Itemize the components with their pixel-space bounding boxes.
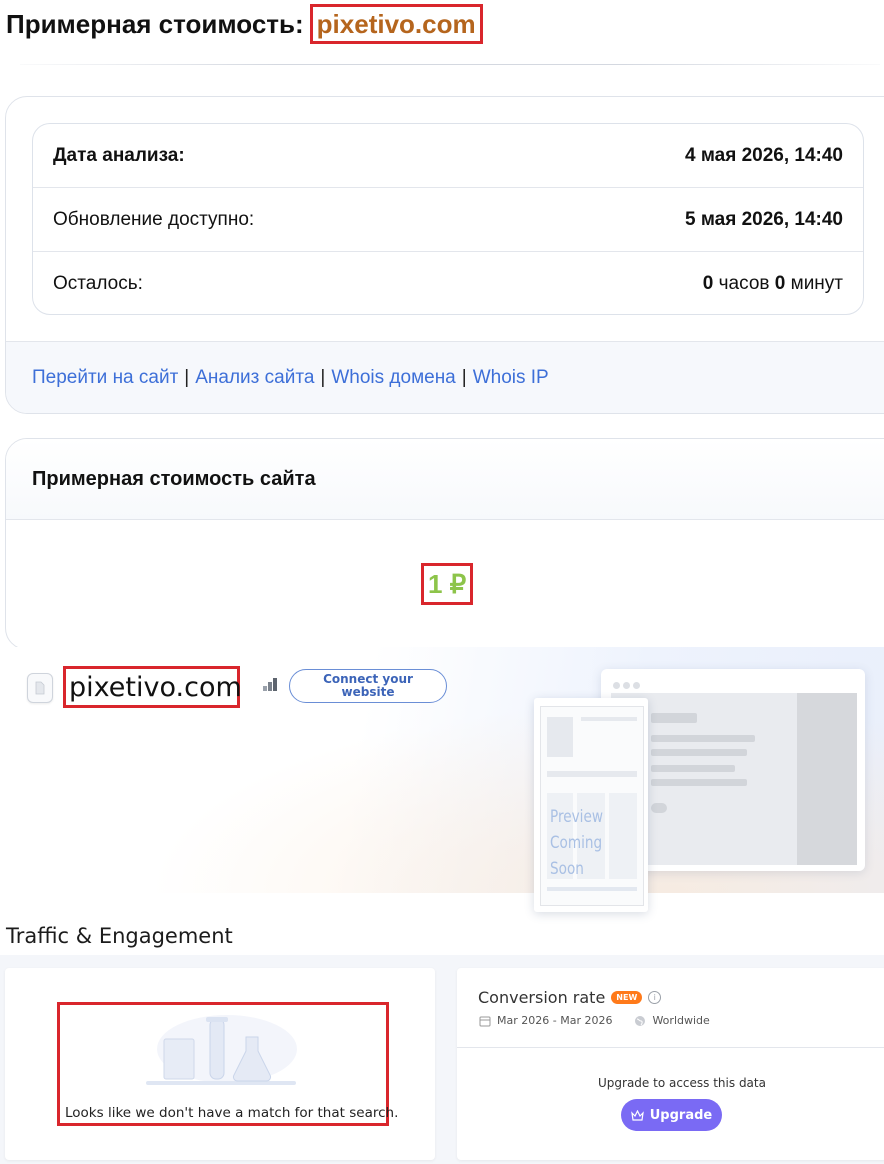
no-match-panel: Looks like we don't have a match for tha… [57,1002,398,1126]
site-price: 1 ₽ [421,563,474,605]
update-available-value: 5 мая 2026, 14:40 [684,208,843,230]
link-separator: | [184,367,190,388]
link-separator: | [461,367,467,388]
remaining-minutes-unit: минут [790,272,843,294]
conversion-title-text: Conversion rate [478,988,606,1007]
link-go-to-site[interactable]: Перейти на сайт [32,367,178,389]
value-card: Примерная стоимость сайта 1 ₽ [5,438,884,650]
page-title-prefix: Примерная стоимость: [6,8,304,39]
analysis-date-label: Дата анализа: [53,144,185,166]
row-analysis-date: Дата анализа: 4 мая 2026, 14:40 [33,124,863,188]
mobile-mockup: Preview Coming Soon [534,698,648,912]
crown-icon [630,1109,644,1121]
header-divider [20,64,880,65]
analysis-table: Дата анализа: 4 мая 2026, 14:40 Обновлен… [32,123,864,315]
preview-line-2: Coming Soon [550,833,603,879]
connect-line-1: Connect your [323,672,413,686]
connect-website-button[interactable]: Connect your website [289,669,447,703]
row-remaining: Осталось: 0 часов 0 минут [33,252,863,315]
row-update-available: Обновление доступно: 5 мая 2026, 14:40 [33,188,863,252]
analysis-date-value: 4 мая 2026, 14:40 [684,144,843,166]
connect-line-2: website [341,685,395,699]
conversion-divider [457,1047,884,1048]
region: Worldwide [652,1014,710,1027]
hero-domain: pixetivo.com [63,666,242,708]
remaining-hours-num: 0 [702,272,714,294]
update-available-label: Обновление доступно: [53,208,255,230]
remaining-value: 0 часов 0 минут [703,273,843,295]
link-whois-domain[interactable]: Whois домена [331,367,455,389]
page-title: Примерная стоимость: pixetivo.com [6,4,483,44]
upgrade-label: Upgrade [649,1107,713,1123]
conversion-meta: Mar 2026 - Mar 2026 Worldwide [479,1014,710,1027]
lab-flask-icon [146,1015,297,1085]
info-icon[interactable]: i [648,991,662,1004]
upgrade-button[interactable]: Upgrade [621,1099,722,1131]
conversion-title: Conversion rate NEW i [478,988,662,1007]
upgrade-prompt: Upgrade to access this data [598,1076,766,1090]
document-icon [27,673,53,703]
preview-coming-soon: Preview Coming Soon [550,804,628,882]
no-match-message: Looks like we don't have a match for tha… [65,1105,399,1121]
preview-line-1: Preview [550,807,603,827]
site-links: Перейти на сайт | Анализ сайта | Whois д… [6,341,884,413]
link-separator: | [320,367,326,388]
conversion-rate-card: Conversion rate NEW i Mar 2026 - Mar 202… [457,968,884,1160]
calendar-icon [479,1016,491,1026]
link-whois-ip[interactable]: Whois IP [473,367,549,389]
bar-chart-icon [262,677,278,696]
globe-icon [635,1015,646,1026]
analysis-card: Дата анализа: 4 мая 2026, 14:40 Обновлен… [5,96,884,414]
remaining-minutes-num: 0 [774,272,786,294]
remaining-label: Осталось: [53,272,143,294]
remaining-hours-unit: часов [718,272,770,294]
page-title-domain: pixetivo.com [309,4,483,44]
traffic-section-title: Traffic & Engagement [6,924,233,948]
value-card-title: Примерная стоимость сайта [6,439,884,520]
date-range: Mar 2026 - Mar 2026 [497,1014,613,1027]
new-badge: NEW [611,991,643,1004]
link-site-analysis[interactable]: Анализ сайта [195,367,314,389]
